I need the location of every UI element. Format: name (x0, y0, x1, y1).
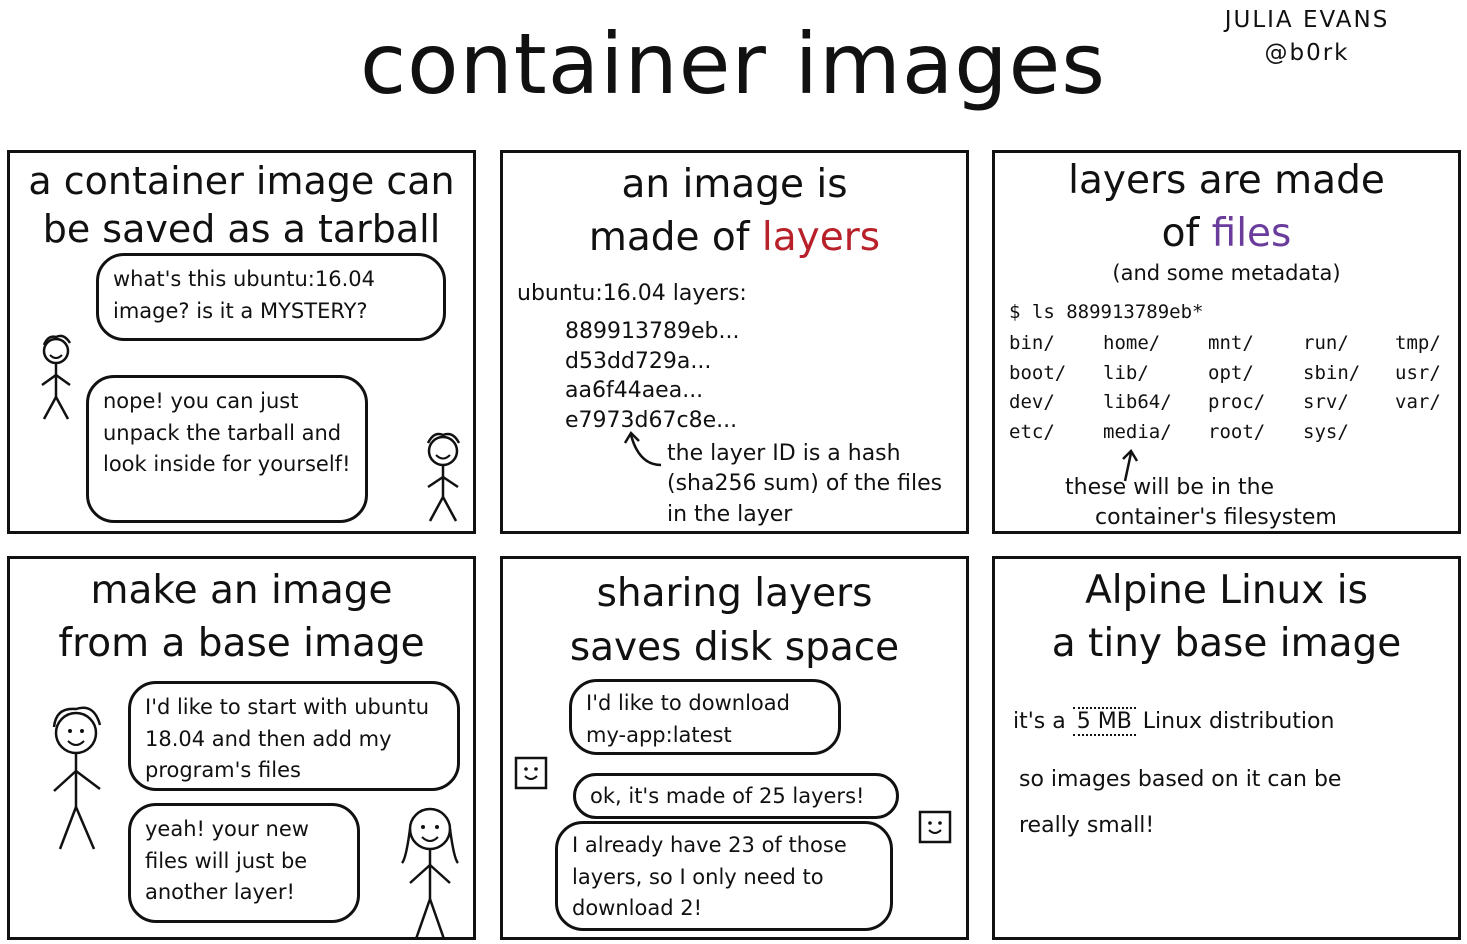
annotation-line: in the layer (667, 501, 793, 527)
directory-column: home/ lib/ lib64/ media/ (1103, 329, 1203, 447)
directory-name: var/ (1395, 391, 1441, 413)
title-prefix: made of (588, 214, 762, 260)
layer-list-heading: ubuntu:16.04 layers: (517, 281, 747, 306)
panel-sharing: sharing layers saves disk space I'd like… (500, 556, 969, 940)
layer-id: aa6f44aea... (565, 378, 704, 404)
directory-name: home/ (1103, 332, 1161, 354)
directory-name: opt/ (1208, 361, 1254, 384)
panel-alpine-title: Alpine Linux is a tiny base image (995, 565, 1458, 670)
title-line: be saved as a tarball (42, 207, 441, 252)
title-highlight: files (1211, 210, 1292, 256)
files-annotation: these will be in the container's filesys… (1065, 473, 1337, 531)
layer-id-list: 889913789eb... d53dd729a... aa6f44aea...… (565, 317, 739, 436)
title-line: saves disk space (569, 624, 900, 670)
directory-name: etc/ (1009, 420, 1055, 443)
stick-figure-curly-icon (41, 334, 72, 420)
title-line: a tiny base image (1051, 620, 1402, 666)
directory-name: bin/ (1009, 332, 1055, 354)
alpine-text-line: so images based on it can be (1019, 767, 1342, 792)
layer-id-annotation: the layer ID is a hash (sha256 sum) of t… (667, 439, 942, 530)
author-name: JULIA EVANS (1224, 7, 1390, 33)
text-segment: Linux distribution (1135, 709, 1335, 734)
annotation-line: (sha256 sum) of the files (667, 471, 943, 497)
title-line: make an image (90, 568, 393, 613)
panel-layers: an image is made of layers ubuntu:16.04 … (500, 150, 969, 534)
panel-base-image: make an image from a base image I'd like… (7, 556, 476, 940)
directory-name: boot/ (1009, 361, 1067, 384)
directory-name: root/ (1208, 420, 1266, 443)
stick-figure-curly-icon (426, 432, 461, 522)
directory-name: lib/ (1103, 361, 1149, 384)
panel-files-subtitle: (and some metadata) (1112, 261, 1341, 285)
alpine-size-line: it's a 5 MB Linux distribution (1013, 707, 1334, 737)
speech-bubble: what's this ubuntu:16.04 image? is it a … (96, 253, 446, 341)
size-highlight: 5 MB (1072, 707, 1136, 736)
directory-name: usr/ (1395, 361, 1441, 384)
title-line: a container image can (28, 159, 455, 203)
directory-column: run/ sbin/ srv/ sys/ (1303, 329, 1393, 447)
directory-name: dev/ (1009, 391, 1055, 413)
panel-alpine: Alpine Linux is a tiny base image it's a… (992, 556, 1461, 940)
layer-id: d53dd729a... (565, 348, 712, 374)
author-handle: @b0rk (1264, 40, 1350, 67)
directory-column: mnt/ opt/ proc/ root/ (1208, 329, 1298, 447)
title-highlight: layers (761, 214, 881, 260)
directory-name: srv/ (1303, 391, 1349, 413)
directory-column: tmp/ usr/ var/ (1395, 329, 1458, 418)
layer-id: 889913789eb... (565, 319, 740, 344)
annotation-line: the layer ID is a hash (667, 441, 901, 466)
directory-name: tmp/ (1395, 332, 1441, 354)
annotation-line: these will be in the (1065, 475, 1275, 500)
directory-name: proc/ (1208, 391, 1266, 413)
container-box-icon (918, 810, 952, 844)
speech-bubble: I'd like to start with ubuntu 18.04 and … (128, 681, 460, 791)
title-line: Alpine Linux is (1085, 568, 1368, 613)
title-line: made of layers (503, 212, 966, 265)
directory-name: media/ (1103, 420, 1172, 443)
title-line: of files (995, 208, 1458, 261)
directory-name: sys/ (1303, 420, 1349, 443)
panel-files-title: layers are made of files (995, 155, 1458, 260)
annotation-line: container's filesystem (1095, 504, 1337, 530)
title-prefix: of (1161, 210, 1212, 256)
panel-base-image-title: make an image from a base image (10, 565, 473, 670)
text-segment: it's a (1013, 709, 1073, 734)
title-line: an image is (621, 162, 848, 207)
directory-name: mnt/ (1208, 332, 1254, 354)
stick-figure-long-hair-icon (400, 807, 460, 937)
speech-bubble: I'd like to download my-app:latest (569, 679, 841, 755)
speech-bubble: I already have 23 of those layers, so I … (555, 821, 893, 931)
panel-layers-title: an image is made of layers (503, 159, 966, 264)
directory-name: sbin/ (1303, 361, 1361, 384)
panel-tarball-title: a container image can be saved as a tarb… (10, 157, 473, 254)
speech-bubble: ok, it's made of 25 layers! (573, 773, 899, 819)
container-box-icon (514, 756, 548, 790)
title-line: from a base image (58, 620, 425, 666)
panel-sharing-title: sharing layers saves disk space (503, 567, 966, 675)
directory-name: run/ (1303, 332, 1349, 354)
title-line: layers are made (1068, 158, 1385, 203)
directory-name: lib64/ (1103, 391, 1172, 413)
panel-files: layers are made of files (and some metad… (992, 150, 1461, 534)
panel-tarball: a container image can be saved as a tarb… (7, 150, 476, 534)
alpine-text-line: really small! (1019, 813, 1155, 838)
author-credit: JULIA EVANS @b0rk (1212, 4, 1402, 71)
page-title: container images (359, 15, 1107, 113)
title-line: sharing layers (596, 571, 873, 616)
speech-bubble: yeah! your new files will just be anothe… (128, 803, 360, 923)
stick-figure-curly-icon (52, 706, 102, 850)
directory-column: bin/ boot/ dev/ etc/ (1009, 329, 1099, 447)
speech-bubble: nope! you can just unpack the tarball an… (86, 375, 368, 523)
ls-command: $ ls 889913789eb* (1009, 301, 1204, 323)
